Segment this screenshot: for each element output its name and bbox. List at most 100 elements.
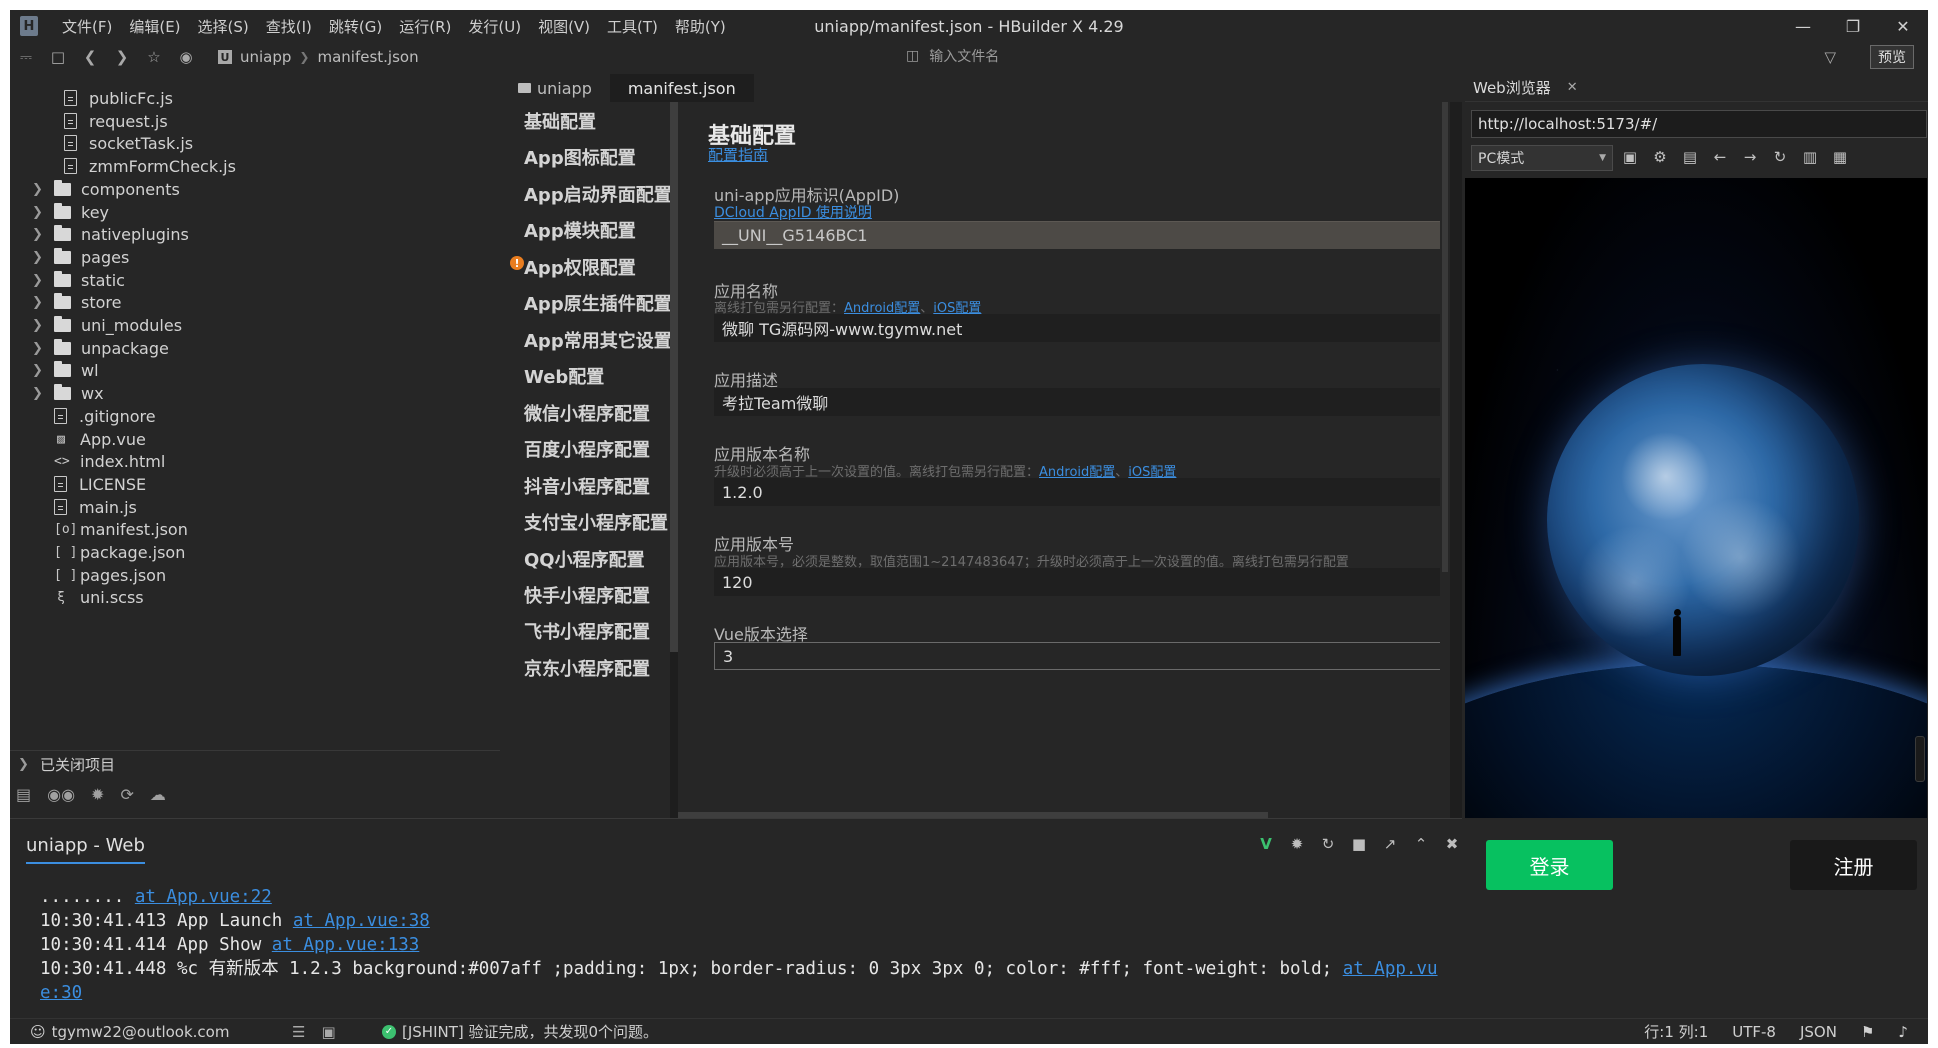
forward-arrow-icon[interactable]: ❯ bbox=[106, 43, 138, 71]
breadcrumb-project[interactable]: uniapp bbox=[240, 48, 291, 66]
nav-qq[interactable]: QQ小程序配置 bbox=[524, 546, 645, 572]
image-icon[interactable]: ▤ bbox=[1681, 148, 1699, 166]
external-icon[interactable]: ↗ bbox=[1380, 835, 1400, 853]
back-arrow-icon[interactable]: ❮ bbox=[74, 43, 106, 71]
cursor-position[interactable]: 行:1 列:1 bbox=[1644, 1021, 1708, 1042]
app-name-field[interactable]: 微聊 TG源码网-www.tgymw.net bbox=[714, 314, 1450, 342]
menu-help[interactable]: 帮助(Y) bbox=[669, 16, 737, 37]
nav-app-modules[interactable]: App模块配置 bbox=[524, 217, 636, 243]
collapse-icon[interactable]: ⌃ bbox=[1411, 835, 1431, 853]
stop-icon[interactable]: ■ bbox=[1349, 835, 1369, 853]
binoculars-icon[interactable]: ◉◉ bbox=[47, 785, 75, 804]
minimize-icon[interactable]: — bbox=[1778, 10, 1828, 42]
refresh-icon[interactable]: ↻ bbox=[1771, 148, 1789, 166]
nav-douyin[interactable]: 抖音小程序配置 bbox=[524, 473, 650, 499]
menu-view[interactable]: 视图(V) bbox=[532, 16, 601, 37]
panel-icon[interactable]: ▣ bbox=[321, 1023, 335, 1041]
lock-icon[interactable]: ▥ bbox=[1801, 148, 1819, 166]
console-tab[interactable]: uniapp - Web bbox=[26, 835, 145, 864]
save-icon[interactable]: □ bbox=[42, 43, 74, 71]
nav-app-native-plugins[interactable]: App原生插件配置 bbox=[524, 290, 672, 316]
chevron-right-icon[interactable]: ❯ bbox=[32, 205, 46, 220]
nav-jd[interactable]: 京东小程序配置 bbox=[524, 655, 650, 681]
chevron-right-icon[interactable]: ❯ bbox=[32, 295, 46, 310]
tab-uniapp[interactable]: uniapp bbox=[500, 74, 610, 102]
source-link[interactable]: at App.vue:22 bbox=[135, 887, 272, 907]
menu-select[interactable]: 选择(S) bbox=[192, 16, 260, 37]
app-desc-field[interactable]: 考拉Team微聊 bbox=[714, 388, 1450, 416]
version-code-field[interactable]: 120 bbox=[714, 568, 1450, 596]
vue-version-select[interactable]: 3 bbox=[714, 642, 1450, 670]
restart-icon[interactable]: ↻ bbox=[1318, 835, 1338, 853]
encoding[interactable]: UTF-8 bbox=[1732, 1023, 1776, 1041]
source-link[interactable]: at App.vue:133 bbox=[272, 935, 420, 955]
chevron-right-icon[interactable]: ❯ bbox=[32, 227, 46, 242]
settings-icon[interactable]: ⚙ bbox=[1651, 148, 1669, 166]
appid-field[interactable]: __UNI__G5146BC1 bbox=[714, 221, 1450, 249]
nav-app-other[interactable]: App常用其它设置 bbox=[524, 327, 672, 353]
cloud-icon[interactable]: ☁ bbox=[150, 785, 166, 804]
project-manager-icon[interactable]: ▤ bbox=[16, 785, 31, 804]
nav-kuaishou[interactable]: 快手小程序配置 bbox=[524, 582, 650, 608]
notification-icon[interactable]: ⚑ bbox=[1861, 1023, 1874, 1041]
close-tab-icon[interactable]: ✕ bbox=[1567, 80, 1578, 95]
web-browser-tab[interactable]: Web浏览器 bbox=[1473, 77, 1551, 98]
breadcrumb-file[interactable]: manifest.json bbox=[317, 48, 418, 66]
menu-tools[interactable]: 工具(T) bbox=[601, 16, 669, 37]
restore-icon[interactable]: ❐ bbox=[1828, 10, 1878, 42]
menu-edit[interactable]: 编辑(E) bbox=[123, 16, 191, 37]
nav-app-permissions[interactable]: App权限配置 bbox=[524, 254, 636, 280]
git-icon[interactable]: ⟳ bbox=[120, 785, 133, 804]
chevron-right-icon[interactable]: ❯ bbox=[32, 273, 46, 288]
clear-icon[interactable]: ✖ bbox=[1442, 835, 1462, 853]
nav-alipay[interactable]: 支付宝小程序配置 bbox=[524, 509, 668, 535]
chevron-right-icon[interactable]: ❯ bbox=[32, 182, 46, 197]
menu-file[interactable]: 文件(F) bbox=[56, 16, 123, 37]
screenshot-icon[interactable]: ▣ bbox=[1621, 148, 1639, 166]
login-button[interactable]: 登录 bbox=[1486, 840, 1613, 890]
forward-icon[interactable]: → bbox=[1741, 148, 1759, 166]
new-file-icon[interactable]: ⎓ bbox=[10, 43, 42, 71]
run-icon[interactable]: ◉ bbox=[170, 43, 202, 71]
chevron-right-icon[interactable]: ❯ bbox=[32, 386, 46, 401]
nav-app-icon[interactable]: App图标配置 bbox=[524, 144, 636, 170]
guide-link[interactable]: 配置指南 bbox=[708, 144, 768, 165]
nav-basic[interactable]: 基础配置 bbox=[524, 108, 596, 134]
version-name-field[interactable]: 1.2.0 bbox=[714, 478, 1450, 506]
form-scrollbar[interactable] bbox=[1440, 102, 1450, 818]
nav-weixin[interactable]: 微信小程序配置 bbox=[524, 400, 650, 426]
preview-scroll-handle[interactable] bbox=[1915, 736, 1925, 782]
source-link[interactable]: at App.vue:38 bbox=[293, 911, 430, 931]
tree-file[interactable]: ξ uni.scss bbox=[32, 583, 144, 611]
url-input[interactable]: http://localhost:5173/#/ bbox=[1471, 110, 1927, 138]
back-icon[interactable]: ← bbox=[1711, 148, 1729, 166]
menu-find[interactable]: 查找(I) bbox=[260, 16, 323, 37]
chevron-right-icon[interactable]: ❯ bbox=[32, 363, 46, 378]
nav-app-splash[interactable]: App启动界面配置 bbox=[524, 181, 672, 207]
menu-goto[interactable]: 跳转(G) bbox=[323, 16, 393, 37]
nav-baidu[interactable]: 百度小程序配置 bbox=[524, 436, 650, 462]
bell-icon[interactable]: ♪ bbox=[1898, 1023, 1908, 1041]
closed-projects[interactable]: ❯ 已关闭项目 bbox=[10, 750, 500, 778]
account-info[interactable]: ☺ tgymw22@outlook.com bbox=[30, 1023, 229, 1041]
bug-icon[interactable]: ✹ bbox=[91, 785, 104, 804]
qrcode-icon[interactable]: ▦ bbox=[1831, 148, 1849, 166]
list-icon[interactable]: ☰ bbox=[292, 1023, 305, 1041]
nav-feishu[interactable]: 飞书小程序配置 bbox=[524, 618, 650, 644]
file-search[interactable]: ◫ 输入文件名 bbox=[906, 46, 999, 66]
tab-manifest-json[interactable]: manifest.json bbox=[609, 74, 754, 102]
device-mode-select[interactable]: PC模式 ▼ bbox=[1471, 145, 1613, 171]
debug-icon[interactable]: ✹ bbox=[1287, 835, 1307, 853]
preview-button[interactable]: 预览 bbox=[1870, 45, 1914, 69]
star-icon[interactable]: ☆ bbox=[138, 43, 170, 71]
vue-devtools-icon[interactable]: V bbox=[1256, 835, 1276, 853]
chevron-right-icon[interactable]: ❯ bbox=[32, 341, 46, 356]
register-button[interactable]: 注册 bbox=[1790, 840, 1917, 890]
close-icon[interactable]: ✕ bbox=[1878, 10, 1928, 42]
nav-web[interactable]: Web配置 bbox=[524, 363, 604, 389]
nav-scrollbar[interactable] bbox=[670, 102, 678, 652]
form-scrollbar-thumb[interactable] bbox=[1442, 102, 1448, 572]
language-mode[interactable]: JSON bbox=[1800, 1023, 1837, 1041]
menu-run[interactable]: 运行(R) bbox=[393, 16, 462, 37]
appid-help-link[interactable]: DCloud AppID 使用说明 bbox=[714, 202, 872, 222]
